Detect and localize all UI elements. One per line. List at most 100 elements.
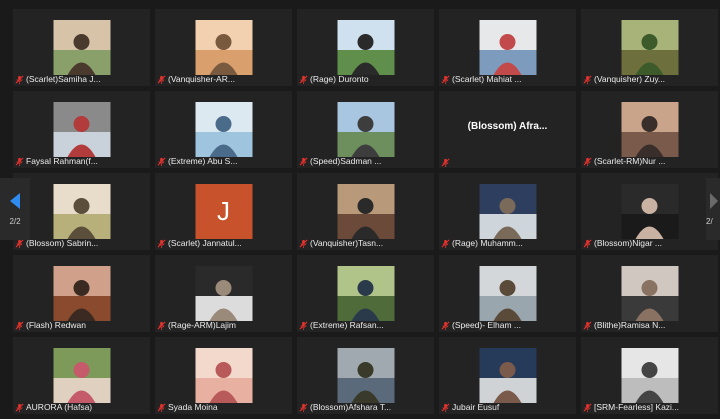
participant-label: (Vanquisher) Zuy... xyxy=(583,74,716,85)
participant-label: (Speed)Sadman ... xyxy=(299,156,432,167)
participant-tile[interactable]: (Extreme) Rafsan... xyxy=(297,255,434,332)
muted-mic-icon xyxy=(15,75,24,84)
participant-name: (Speed)- Elham ... xyxy=(452,320,521,330)
participant-name: (Rage) Muhamm... xyxy=(452,238,523,248)
muted-mic-icon xyxy=(299,403,308,412)
participant-label: (Speed)- Elham ... xyxy=(441,320,574,331)
participant-tile[interactable]: (Flash) Redwan xyxy=(13,255,150,332)
participant-tile[interactable]: Jubair Eusuf xyxy=(439,337,576,414)
participant-name: (Scarlet) Jannatul... xyxy=(168,238,242,248)
participant-label: (Blossom)Nigar ... xyxy=(583,238,716,249)
muted-mic-icon xyxy=(157,403,166,412)
participant-label: (Rage-ARM)Lajim xyxy=(157,320,290,331)
muted-mic-icon xyxy=(441,75,450,84)
participant-tile[interactable]: (Blossom)Nigar ... xyxy=(581,173,718,250)
muted-mic-icon xyxy=(157,157,166,166)
previous-page-button[interactable]: 2/2 xyxy=(0,178,30,240)
participant-label: [SRM-Fearless] Kazi... xyxy=(583,402,716,413)
participant-tile[interactable]: J (Scarlet) Jannatul... xyxy=(155,173,292,250)
participant-name: (Blithe)Ramisa N... xyxy=(594,320,666,330)
muted-mic-icon xyxy=(441,158,450,167)
muted-mic-icon xyxy=(441,321,450,330)
participant-name: (Vanquisher)Tasn... xyxy=(310,238,384,248)
participant-tile[interactable]: Faysal Rahman(f... xyxy=(13,91,150,168)
participant-name: (Scarlet) Mahiat ... xyxy=(452,74,522,84)
participant-tile[interactable]: (Speed)- Elham ... xyxy=(439,255,576,332)
participant-video xyxy=(479,20,536,75)
participant-label: AURORA (Hafsa) xyxy=(15,402,148,413)
muted-mic-icon xyxy=(15,403,24,412)
participant-tile[interactable]: (Speed)Sadman ... xyxy=(297,91,434,168)
participant-tile[interactable]: [SRM-Fearless] Kazi... xyxy=(581,337,718,414)
participant-tile[interactable]: (Rage-ARM)Lajim xyxy=(155,255,292,332)
participant-tile[interactable]: (Rage) Muhamm... xyxy=(439,173,576,250)
participant-tile[interactable]: Syada Moina xyxy=(155,337,292,414)
participant-video xyxy=(479,184,536,239)
participant-video xyxy=(53,266,110,321)
muted-mic-icon xyxy=(441,239,450,248)
muted-mic-icon xyxy=(583,157,592,166)
participant-tile[interactable]: (Scarlet-RM)Nur ... xyxy=(581,91,718,168)
participant-video xyxy=(337,266,394,321)
participant-label: (Rage) Duronto xyxy=(299,74,432,85)
participant-label: (Scarlet)Samiha J... xyxy=(15,74,148,85)
participant-name: (Vanquisher-AR... xyxy=(168,74,235,84)
muted-mic-icon xyxy=(15,157,24,166)
participant-name: (Blossom) Sabrin... xyxy=(26,238,99,248)
participant-tile[interactable]: (Blossom) Sabrin... xyxy=(13,173,150,250)
muted-mic-icon xyxy=(15,239,24,248)
participant-label: (Vanquisher)Tasn... xyxy=(299,238,432,249)
participant-tile[interactable]: (Blossom) Afra... xyxy=(439,91,576,168)
muted-mic-icon xyxy=(583,75,592,84)
participant-tile[interactable]: (Scarlet)Samiha J... xyxy=(13,9,150,86)
muted-mic-icon xyxy=(299,75,308,84)
participant-tile[interactable]: AURORA (Hafsa) xyxy=(13,337,150,414)
next-page-button[interactable]: 2/ xyxy=(706,178,720,240)
participant-label: (Blossom) Sabrin... xyxy=(15,238,148,249)
participant-label: (Flash) Redwan xyxy=(15,320,148,331)
participant-label: (Blithe)Ramisa N... xyxy=(583,320,716,331)
participant-name: AURORA (Hafsa) xyxy=(26,402,93,412)
participant-label: (Scarlet) Mahiat ... xyxy=(441,74,574,85)
muted-mic-icon xyxy=(299,157,308,166)
participant-name: (Blossom)Nigar ... xyxy=(594,238,663,248)
participant-label: Faysal Rahman(f... xyxy=(15,156,148,167)
participant-name: (Extreme) Rafsan... xyxy=(310,320,384,330)
muted-mic-icon xyxy=(441,403,450,412)
participant-label: (Extreme) Abu S... xyxy=(157,156,290,167)
arrow-right-icon xyxy=(710,192,718,209)
participant-name: [SRM-Fearless] Kazi... xyxy=(594,402,680,412)
participant-tile[interactable]: (Vanquisher) Zuy... xyxy=(581,9,718,86)
participant-video xyxy=(53,184,110,239)
participant-label: Jubair Eusuf xyxy=(441,402,574,413)
participant-video xyxy=(621,20,678,75)
participant-label: (Scarlet) Jannatul... xyxy=(157,238,290,249)
muted-mic-icon xyxy=(583,321,592,330)
participant-video xyxy=(53,102,110,157)
participant-label: (Rage) Muhamm... xyxy=(441,238,574,249)
participant-tile[interactable]: (Vanquisher-AR... xyxy=(155,9,292,86)
participant-video xyxy=(195,266,252,321)
participant-tile[interactable]: (Scarlet) Mahiat ... xyxy=(439,9,576,86)
muted-mic-icon xyxy=(299,321,308,330)
participant-tile[interactable]: (Blithe)Ramisa N... xyxy=(581,255,718,332)
avatar-initial: J xyxy=(195,184,252,239)
participant-video xyxy=(337,348,394,403)
participant-name: (Extreme) Abu S... xyxy=(168,156,238,166)
participant-tile[interactable]: (Extreme) Abu S... xyxy=(155,91,292,168)
participant-tile[interactable]: (Vanquisher)Tasn... xyxy=(297,173,434,250)
participant-video xyxy=(195,102,252,157)
participant-video xyxy=(53,348,110,403)
participant-tile[interactable]: (Rage) Duronto xyxy=(297,9,434,86)
muted-mic-icon xyxy=(299,239,308,248)
page-indicator: 2/2 xyxy=(9,216,21,226)
participant-video xyxy=(479,348,536,403)
muted-mic-icon xyxy=(157,239,166,248)
participant-name: (Flash) Redwan xyxy=(26,320,86,330)
participant-video xyxy=(621,184,678,239)
participant-name: (Scarlet)Samiha J... xyxy=(26,74,101,84)
participant-display-name: (Blossom) Afra... xyxy=(467,121,548,132)
participant-tile[interactable]: (Blossom)Afshara T... xyxy=(297,337,434,414)
participant-video xyxy=(53,20,110,75)
muted-mic-icon xyxy=(157,321,166,330)
